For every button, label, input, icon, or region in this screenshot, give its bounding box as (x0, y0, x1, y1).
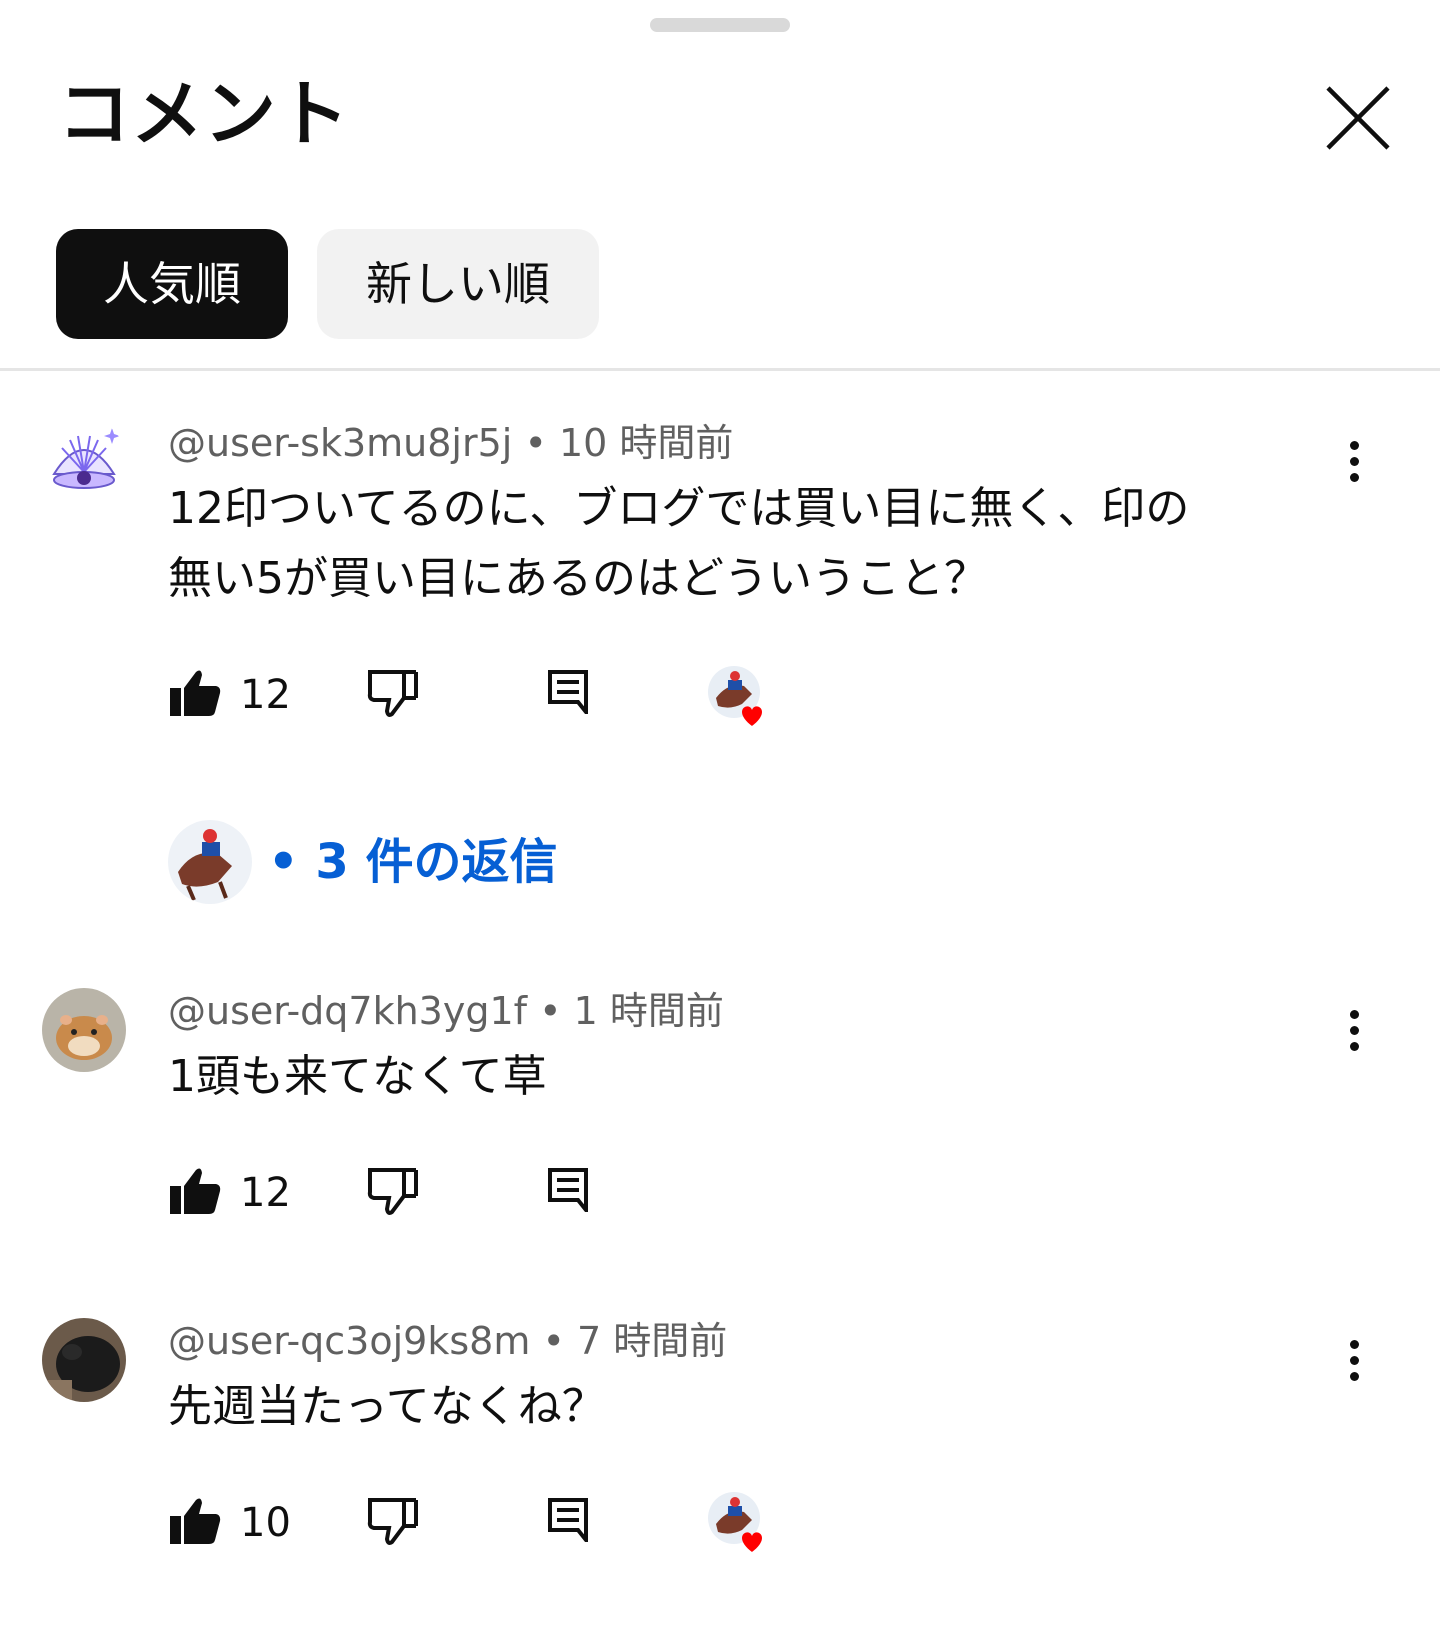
comment-text-line: 12印ついてるのに、ブログでは買い目に無く、印の (168, 483, 1190, 534)
sort-tab-popular[interactable]: 人気順 (56, 229, 288, 339)
comment-author[interactable]: @user-sk3mu8jr5j (168, 421, 512, 465)
comment-meta: @user-qc3oj9ks8m • 7 時間前 (168, 1318, 727, 1364)
dislike-button[interactable] (366, 1166, 420, 1220)
drag-handle[interactable] (650, 18, 790, 32)
more-options-button[interactable] (1340, 1330, 1370, 1390)
reply-avatar (168, 820, 252, 904)
like-icon (170, 1168, 221, 1214)
divider (0, 368, 1440, 371)
comment-text: 12印ついてるのに、ブログでは買い目に無く、印の 無い5が買い目にあるのはどうい… (168, 474, 1318, 614)
meta-separator: • (524, 421, 559, 465)
meta-separator: • (539, 989, 574, 1033)
avatar[interactable] (42, 1318, 126, 1402)
dislike-icon (367, 1168, 418, 1215)
comment-author[interactable]: @user-dq7kh3yg1f (168, 989, 527, 1033)
creator-avatar-small (708, 1492, 762, 1552)
reply-icon (548, 670, 588, 718)
dislike-button[interactable] (366, 668, 420, 722)
like-button[interactable] (168, 1496, 222, 1550)
like-count: 10 (240, 1500, 291, 1546)
reply-button[interactable] (548, 1498, 588, 1546)
reply-icon (548, 1168, 588, 1216)
comment-author[interactable]: @user-qc3oj9ks8m (168, 1319, 530, 1363)
comment-text-line: 先週当たってなくね？ (168, 1381, 606, 1432)
reply-icon (548, 1498, 588, 1546)
reply-button[interactable] (548, 1168, 588, 1216)
creator-heart-badge (708, 664, 782, 738)
comment-meta: @user-sk3mu8jr5j • 10 時間前 (168, 420, 733, 466)
creator-avatar-small (708, 666, 762, 726)
comment-text-line: 無い5が買い目にあるのはどういうこと？ (168, 553, 988, 604)
comments-sheet: コメント 人気順 新しい順 @user-sk3mu8jr5j • 10 時間前 (0, 0, 1440, 1627)
meta-separator: • (542, 1319, 577, 1363)
reply-button[interactable] (548, 670, 588, 718)
comment-text: 先週当たってなくね？ (168, 1372, 1318, 1442)
dislike-button[interactable] (366, 1496, 420, 1550)
avatar[interactable] (42, 988, 126, 1072)
dark-pet-avatar-image (42, 1318, 126, 1402)
more-vert-icon (1350, 441, 1359, 450)
like-icon (170, 1498, 221, 1544)
close-icon (1326, 86, 1390, 150)
more-options-button[interactable] (1340, 431, 1370, 491)
comment-time: 7 時間前 (576, 1319, 728, 1363)
like-button[interactable] (168, 1166, 222, 1220)
comment-text-line: 1頭も来てなくて草 (168, 1051, 547, 1102)
shell-avatar-image (42, 418, 126, 502)
replies-link[interactable]: • 3 件の返信 (268, 834, 558, 890)
hamster-avatar-image (42, 988, 126, 1072)
comment-text: 1頭も来てなくて草 (168, 1042, 1318, 1112)
avatar[interactable] (42, 418, 126, 502)
more-options-button[interactable] (1340, 1000, 1370, 1060)
more-vert-icon (1350, 1010, 1359, 1019)
dislike-icon (367, 1498, 418, 1545)
like-button[interactable] (168, 668, 222, 722)
creator-heart-badge (708, 1490, 782, 1564)
comment-time: 1 時間前 (573, 989, 724, 1033)
dislike-icon (367, 670, 418, 717)
like-count: 12 (240, 1170, 291, 1216)
more-vert-icon (1350, 1340, 1359, 1349)
like-icon (170, 670, 221, 716)
comment-meta: @user-dq7kh3yg1f • 1 時間前 (168, 988, 724, 1034)
comment-time: 10 時間前 (558, 421, 734, 465)
sort-tab-newest[interactable]: 新しい順 (317, 229, 599, 339)
like-count: 12 (240, 672, 291, 718)
sheet-title: コメント (58, 72, 351, 156)
close-button[interactable] (1322, 82, 1394, 154)
